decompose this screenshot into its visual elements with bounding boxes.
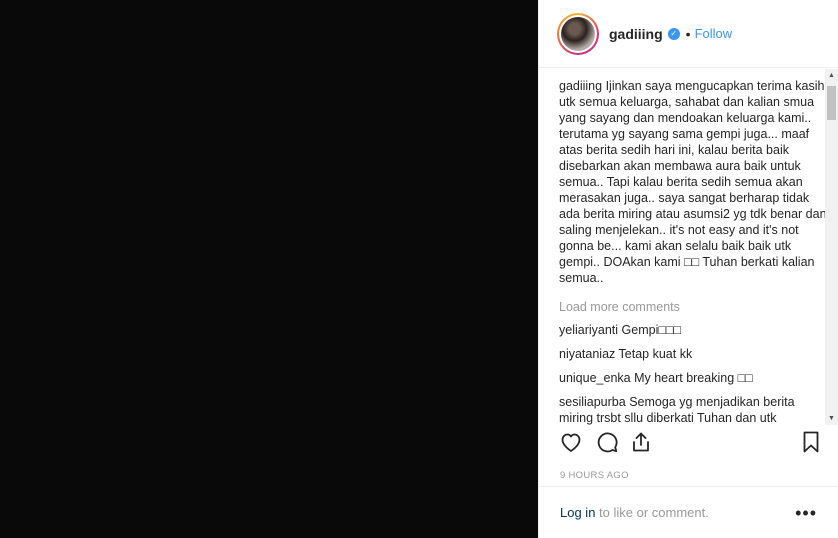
follow-button[interactable]: Follow bbox=[695, 26, 733, 41]
post-side-panel: gadiiing ✓ • Follow gadiiing Ijinkan say… bbox=[538, 0, 838, 538]
verified-badge-icon: ✓ bbox=[667, 27, 680, 40]
login-suffix: to like or comment. bbox=[595, 505, 709, 520]
comment-username[interactable]: yeliariyanti bbox=[559, 323, 618, 337]
comment-text: Tetap kuat kk bbox=[618, 347, 693, 361]
comment-item: yeliariyanti Gempi□□□ bbox=[559, 322, 827, 338]
comment-item: sesiliapurba Semoga yg menjadikan berita… bbox=[559, 394, 827, 425]
comment-username[interactable]: sesiliapurba bbox=[559, 395, 626, 409]
caption-username[interactable]: gadiiing bbox=[559, 79, 602, 93]
comment-item: niyataniaz Tetap kuat kk bbox=[559, 346, 827, 362]
post-timestamp[interactable]: 9 HOURS AGO bbox=[560, 470, 629, 481]
post-header: gadiiing ✓ • Follow bbox=[539, 0, 838, 68]
separator-dot: • bbox=[685, 25, 691, 42]
comment-username[interactable]: niyataniaz bbox=[559, 347, 615, 361]
heart-icon[interactable] bbox=[559, 430, 585, 458]
comment-username[interactable]: unique_enka bbox=[559, 371, 631, 385]
comment-icon[interactable] bbox=[595, 430, 621, 458]
more-options-icon[interactable]: ••• bbox=[795, 503, 817, 524]
comment-text: My heart breaking □□ bbox=[634, 371, 753, 385]
share-icon[interactable] bbox=[629, 430, 655, 458]
post-username[interactable]: gadiiing bbox=[609, 26, 663, 42]
comment-text: Gempi□□□ bbox=[621, 323, 682, 337]
load-more-comments-button[interactable]: Load more comments bbox=[559, 300, 827, 314]
post-caption: gadiiing Ijinkan saya mengucapkan terima… bbox=[559, 78, 827, 286]
scrollbar-thumb[interactable] bbox=[827, 86, 836, 120]
comment-item: unique_enka My heart breaking □□ bbox=[559, 370, 827, 386]
post-media[interactable] bbox=[0, 0, 538, 538]
comments-list[interactable]: gadiiing Ijinkan saya mengucapkan terima… bbox=[539, 69, 838, 425]
scroll-up-arrow-icon[interactable]: ▲ bbox=[825, 69, 838, 82]
post-footer: Log in to like or comment. ••• bbox=[539, 486, 838, 538]
comments-scrollbar[interactable]: ▲ ▼ bbox=[825, 69, 838, 425]
scroll-down-arrow-icon[interactable]: ▼ bbox=[825, 412, 838, 425]
caption-text: Ijinkan saya mengucapkan terima kasih ut… bbox=[559, 79, 827, 285]
post-actions bbox=[559, 430, 827, 460]
bookmark-icon[interactable] bbox=[799, 430, 825, 458]
avatar[interactable] bbox=[557, 12, 599, 55]
login-prompt: Log in to like or comment. bbox=[560, 505, 709, 520]
login-link[interactable]: Log in bbox=[560, 505, 595, 520]
